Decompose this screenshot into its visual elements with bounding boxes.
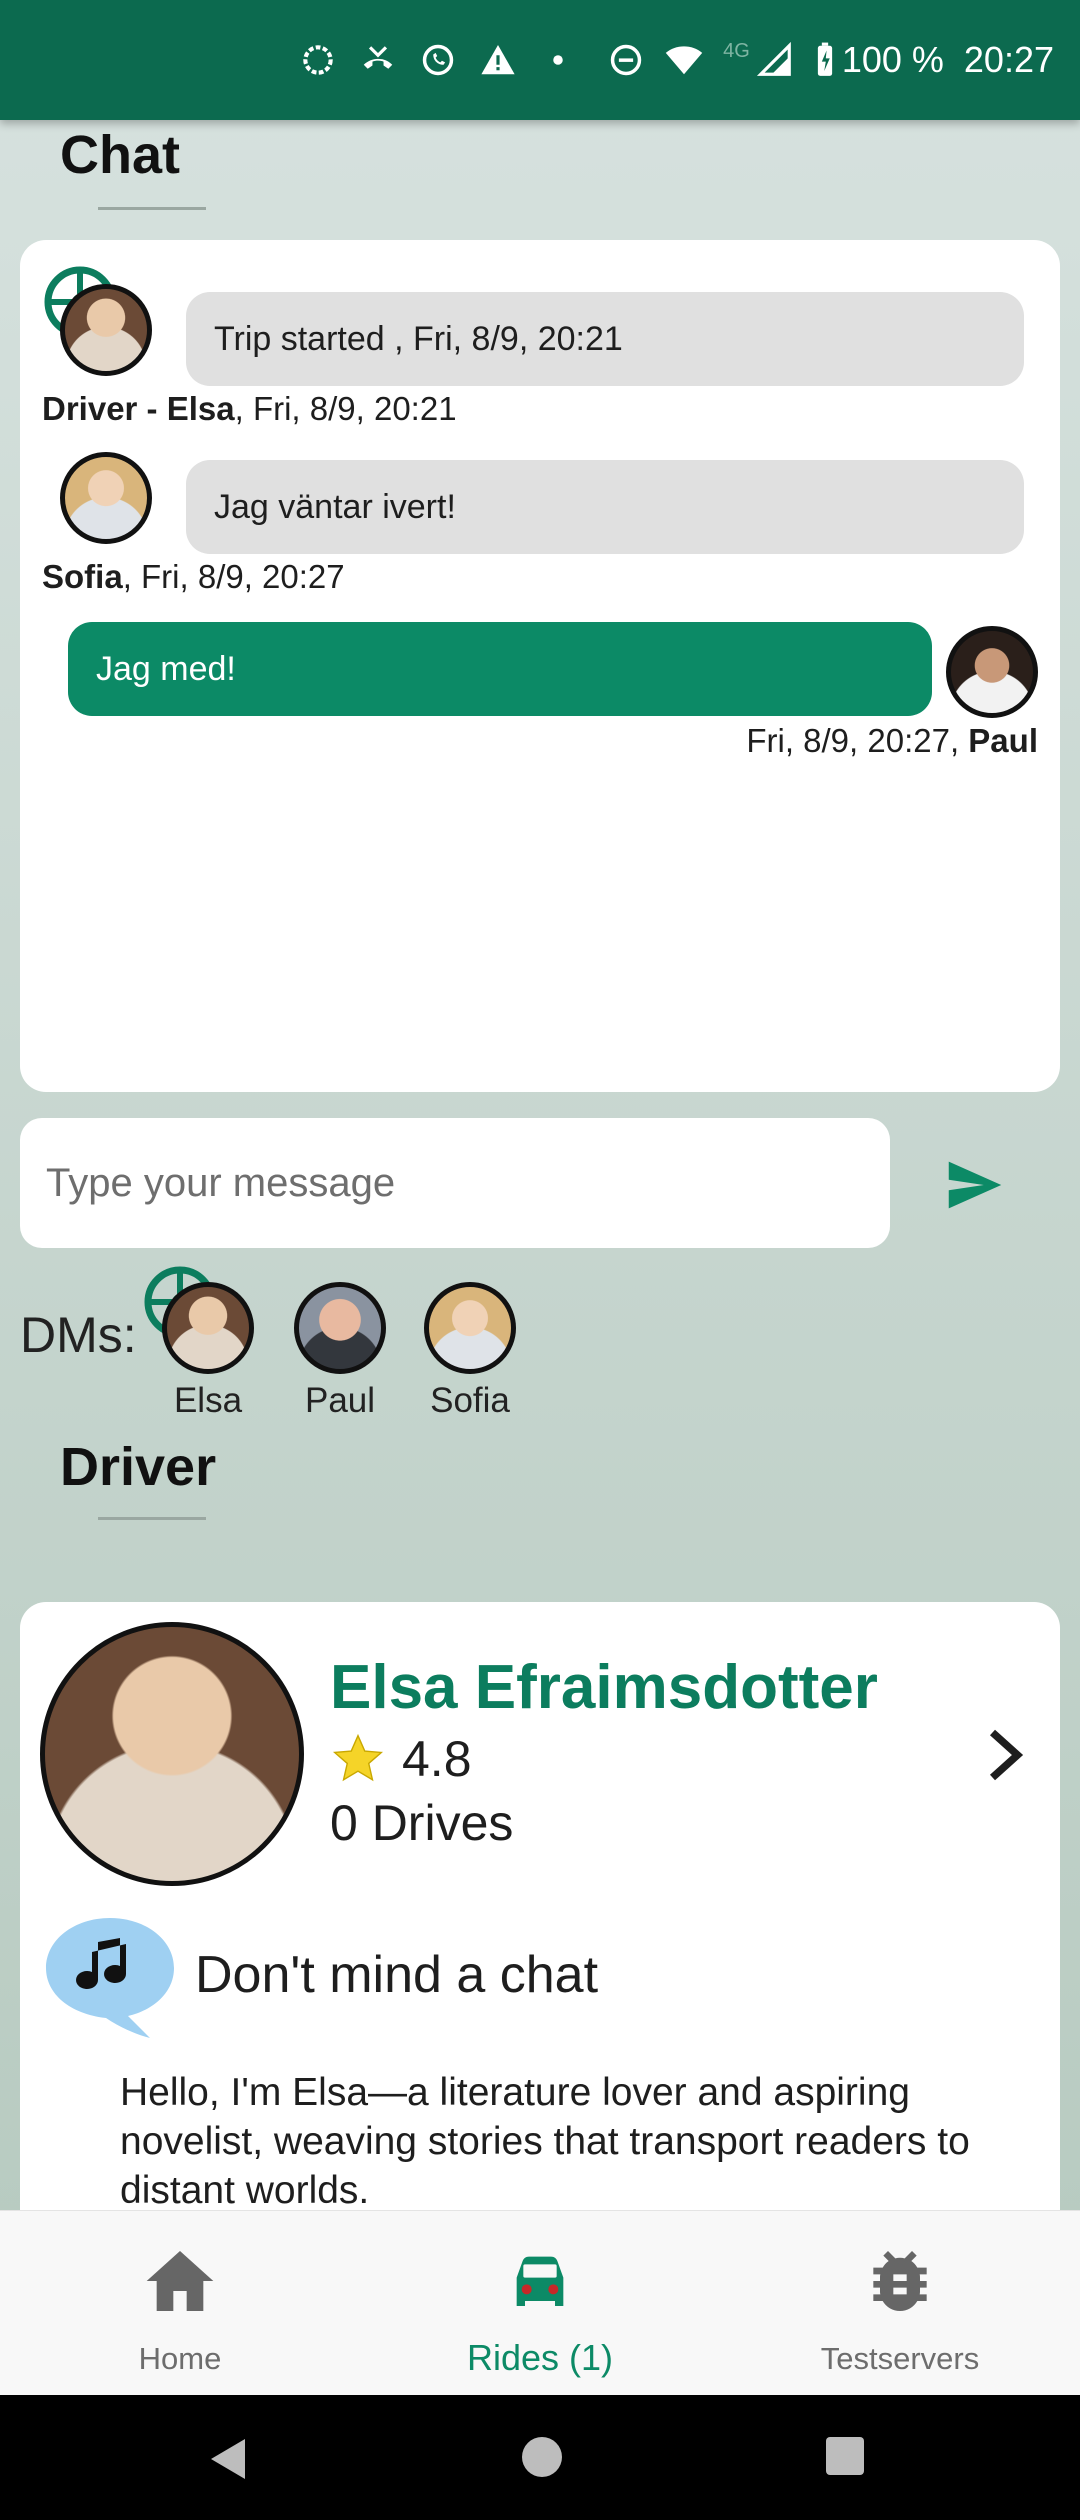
nav-home[interactable]: Home <box>0 2211 360 2396</box>
message-bubble: Trip started , Fri, 8/9, 20:21 <box>186 292 1024 386</box>
nav-testservers-label: Testservers <box>820 2341 980 2376</box>
chat-section-title: Chat <box>60 125 180 185</box>
send-icon[interactable] <box>940 1150 1010 1220</box>
driver-drives: 0 Drives <box>330 1795 514 1851</box>
do-not-disturb-icon <box>607 41 645 79</box>
chevron-right-icon[interactable] <box>980 1725 1030 1785</box>
battery-charging-icon <box>814 41 836 79</box>
driver-rating: 4.8 <box>330 1730 472 1788</box>
home-circle-icon[interactable] <box>520 2435 564 2479</box>
message-input-placeholder: Type your message <box>46 1160 396 1205</box>
car-icon <box>516 2256 564 2306</box>
music-note-icon <box>40 1910 180 2040</box>
dm-name-sofia[interactable]: Sofia <box>400 1381 540 1421</box>
driver-section-title: Driver <box>60 1437 217 1497</box>
missed-call-icon <box>359 41 397 79</box>
bottom-navigation: Home Rides (1) Testservers <box>0 2210 1080 2395</box>
avatar-paul <box>946 626 1038 718</box>
nav-home-label: Home <box>138 2341 222 2376</box>
avatar-elsa <box>60 284 152 376</box>
message-time: , Fri, 8/9, 20:27 <box>122 558 345 595</box>
cell-signal-icon <box>756 41 794 79</box>
notification-icons <box>299 41 577 79</box>
dm-avatar-sofia[interactable] <box>424 1282 516 1374</box>
network-type: 4G <box>723 39 750 62</box>
own-message-bubble: Jag med! <box>68 622 932 716</box>
chat-title-underline <box>98 207 206 210</box>
message-sender: Driver - Elsa <box>42 390 235 427</box>
message-time: , Fri, 8/9, 20:21 <box>234 390 457 427</box>
dm-name-elsa[interactable]: Elsa <box>138 1381 278 1421</box>
dm-name-paul[interactable]: Paul <box>270 1381 410 1421</box>
nav-rides-label: Rides (1) <box>466 2337 614 2378</box>
nav-rides[interactable]: Rides (1) <box>360 2211 720 2396</box>
message-bubble: Jag väntar ivert! <box>186 460 1024 554</box>
dms-label: DMs: <box>20 1307 137 1363</box>
battery-level: 100 % <box>841 39 944 80</box>
bug-icon <box>873 2251 927 2312</box>
wifi-icon <box>665 41 703 79</box>
chat-messages-card[interactable]: Trip started , Fri, 8/9, 20:21 Driver - … <box>20 240 1060 1092</box>
message-meta: Driver - Elsa, Fri, 8/9, 20:21 <box>42 390 457 428</box>
more-notifications-dot-icon <box>539 41 577 79</box>
nav-testservers[interactable]: Testservers <box>720 2211 1080 2396</box>
home-icon <box>146 2251 214 2311</box>
dm-avatar-elsa[interactable] <box>162 1282 254 1374</box>
message-meta: Sofia, Fri, 8/9, 20:27 <box>42 558 345 596</box>
message-sender: Paul <box>968 722 1038 759</box>
driver-bio: Hello, I'm Elsa—a literature lover and a… <box>120 2071 970 2212</box>
warning-icon <box>479 41 517 79</box>
message-text: Jag väntar ivert! <box>214 487 456 526</box>
message-text: Jag med! <box>96 649 236 688</box>
recents-icon[interactable] <box>824 2435 866 2477</box>
rating-value: 4.8 <box>402 1731 472 1787</box>
whatsapp-icon <box>419 41 457 79</box>
system-navigation-bar <box>0 2395 1080 2520</box>
signal-app-icon <box>299 41 337 79</box>
message-sender: Sofia <box>42 558 123 595</box>
message-text: Trip started , Fri, 8/9, 20:21 <box>214 319 623 358</box>
back-icon[interactable] <box>205 2435 249 2483</box>
driver-name[interactable]: Elsa Efraimsdotter <box>330 1652 878 1723</box>
clock: 20:27 <box>963 39 1054 80</box>
avatar-sofia <box>60 452 152 544</box>
status-bar: 4G 100 % 20:27 <box>0 0 1080 120</box>
star-icon <box>332 1733 384 1782</box>
dm-avatar-paul[interactable] <box>294 1282 386 1374</box>
message-time: Fri, 8/9, 20:27, <box>746 722 969 759</box>
chat-preference: Don't mind a chat <box>195 1946 599 2004</box>
message-meta: Fri, 8/9, 20:27, Paul <box>746 722 1038 760</box>
driver-photo <box>40 1622 304 1886</box>
message-input[interactable]: Type your message <box>20 1118 890 1248</box>
driver-title-underline <box>98 1517 206 1520</box>
